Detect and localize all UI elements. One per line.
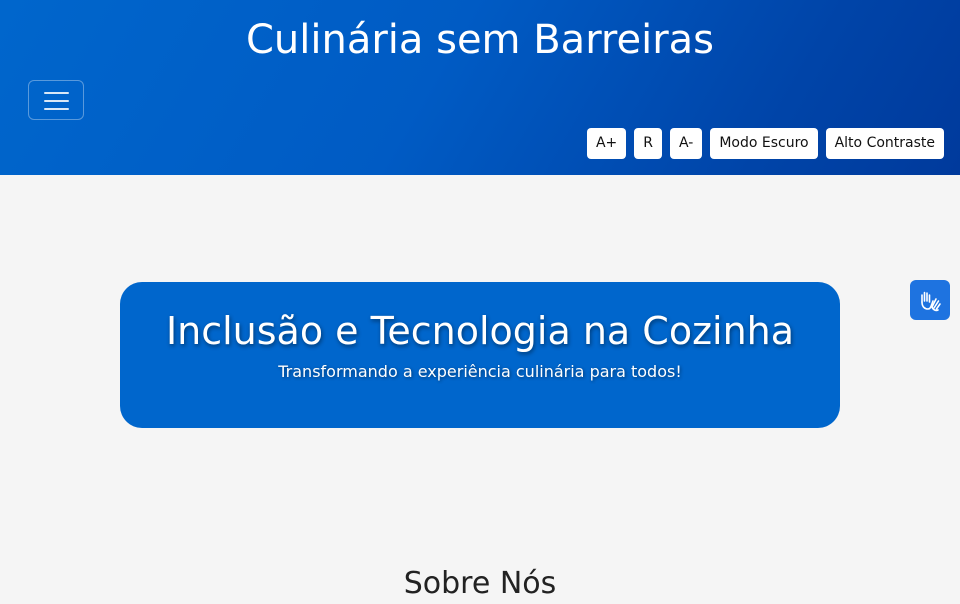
hero-banner: Inclusão e Tecnologia na Cozinha Transfo… [120,282,840,428]
increase-font-button[interactable]: A+ [586,128,627,159]
dark-mode-button[interactable]: Modo Escuro [710,128,818,159]
accessibility-toolbar: A+ R A- Modo Escuro Alto Contraste [586,128,944,159]
reset-font-button[interactable]: R [634,128,662,159]
hero-title: Inclusão e Tecnologia na Cozinha [165,309,795,353]
site-header: Culinária sem Barreiras A+ R A- Modo Esc… [0,0,960,175]
high-contrast-button[interactable]: Alto Contraste [825,128,944,159]
vlibras-widget-button[interactable] [910,280,950,320]
about-section-heading: Sobre Nós [403,566,557,601]
site-title: Culinária sem Barreiras [245,17,715,63]
menu-toggle-button[interactable] [28,80,84,120]
decrease-font-button[interactable]: A- [669,128,703,159]
sign-language-hands-icon [921,291,941,312]
hero-subtitle: Transformando a experiência culinária pa… [278,362,682,381]
